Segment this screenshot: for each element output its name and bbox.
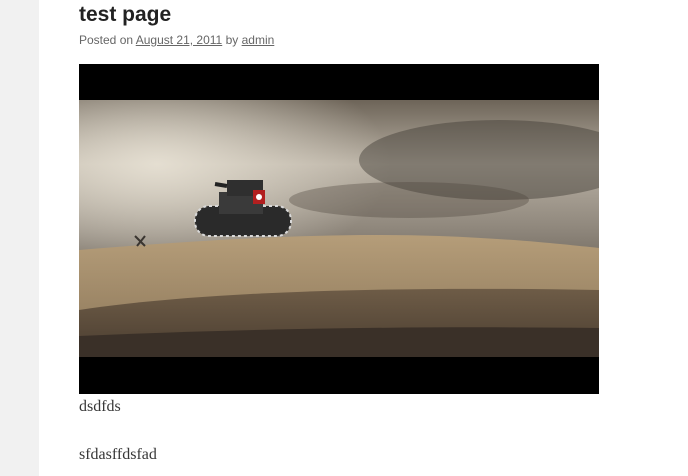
tank-on-desert-hill-icon (79, 100, 599, 357)
entry-meta: Posted on August 21, 2011 by admin (79, 32, 274, 48)
by-label: by (225, 33, 239, 47)
author-link[interactable]: admin (242, 33, 275, 47)
posted-on-label: Posted on (79, 33, 134, 47)
post-content-area: test page Posted on August 21, 2011 by a… (39, 0, 688, 476)
post-paragraph: dsdfds (79, 398, 121, 415)
post-paragraph: sfdasffdsfad (79, 446, 157, 463)
video-player[interactable] (79, 64, 599, 394)
post-date-link[interactable]: August 21, 2011 (136, 33, 223, 47)
post-title: test page (79, 3, 172, 26)
